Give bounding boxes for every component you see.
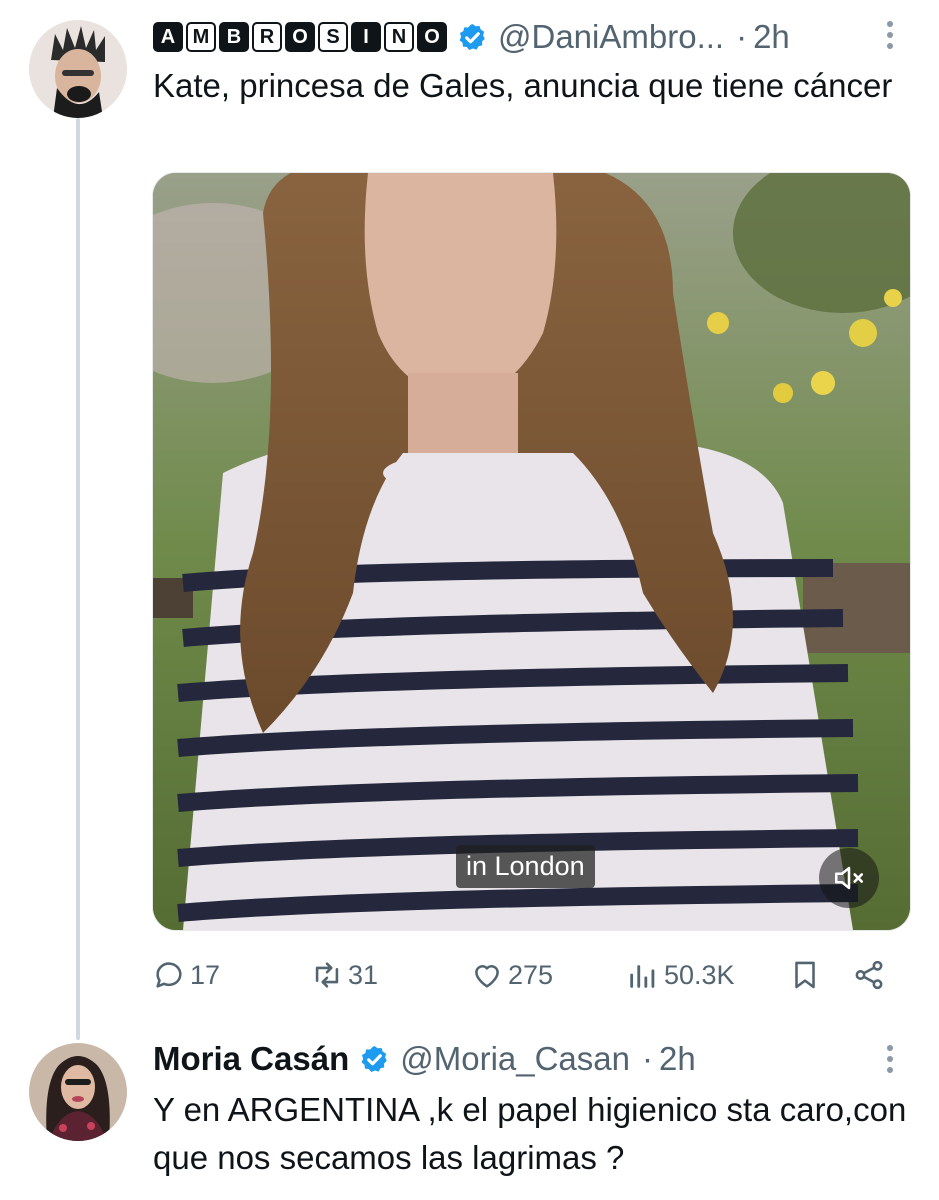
timestamp[interactable]: 2h	[659, 1040, 696, 1078]
verified-badge-icon	[359, 1044, 390, 1075]
like-count: 275	[508, 959, 554, 990]
handle[interactable]: @DaniAmbro...	[498, 18, 724, 56]
reply-icon	[156, 962, 182, 988]
name-letter: O	[285, 22, 315, 52]
views-count: 50.3K	[664, 959, 735, 990]
repost-icon	[315, 962, 339, 988]
more-icon[interactable]	[884, 1045, 896, 1081]
timestamp[interactable]: 2h	[753, 18, 790, 56]
share-icon	[855, 960, 883, 990]
separator-dot: ·	[736, 18, 748, 55]
views-button[interactable]: 50.3K	[626, 948, 735, 1002]
name-letter: I	[351, 22, 381, 52]
reply-button[interactable]: 17	[152, 948, 220, 1002]
like-button[interactable]: 275	[470, 948, 553, 1002]
tweet-header: A M B R O S I N O @DaniAmbro... · 2h	[153, 14, 790, 60]
video-frame	[153, 173, 910, 930]
video-caption: in London	[456, 845, 595, 888]
tweet-text: Y en ARGENTINA ,k el papel higienico sta…	[153, 1091, 907, 1176]
display-name[interactable]: Moria Casán	[153, 1040, 349, 1078]
share-button[interactable]	[852, 948, 890, 1002]
volume-mute-icon[interactable]	[819, 848, 879, 908]
verified-badge-icon	[457, 22, 488, 53]
like-icon	[475, 965, 499, 988]
thread-line	[76, 118, 80, 1040]
repost-button[interactable]: 31	[310, 948, 378, 1002]
name-letter: B	[219, 22, 249, 52]
reply-count: 17	[190, 959, 221, 990]
name-letter: A	[153, 22, 183, 52]
name-letter: S	[318, 22, 348, 52]
name-letter: O	[417, 22, 447, 52]
name-letter: N	[384, 22, 414, 52]
video-player[interactable]: in London	[152, 172, 911, 931]
tweet-text: Kate, princesa de Gales, anuncia que tie…	[153, 67, 893, 104]
separator-dot: ·	[642, 1040, 653, 1077]
tweet-header: Moria Casán @Moria_Casan · 2h	[153, 1036, 696, 1082]
repost-count: 31	[348, 959, 379, 990]
bookmark-icon	[795, 961, 815, 989]
name-letter: R	[252, 22, 282, 52]
tweet-actions: 17 31 275 50.3K	[152, 948, 902, 1002]
more-icon[interactable]	[884, 21, 896, 57]
avatar-moria-casan[interactable]	[29, 1043, 127, 1141]
handle[interactable]: @Moria_Casan	[400, 1040, 630, 1078]
bookmark-button[interactable]	[788, 948, 826, 1002]
views-icon	[630, 965, 655, 988]
display-name[interactable]: A M B R O S I N O	[153, 22, 447, 52]
name-letter: M	[186, 22, 216, 52]
avatar-ambrosino[interactable]	[29, 20, 127, 118]
